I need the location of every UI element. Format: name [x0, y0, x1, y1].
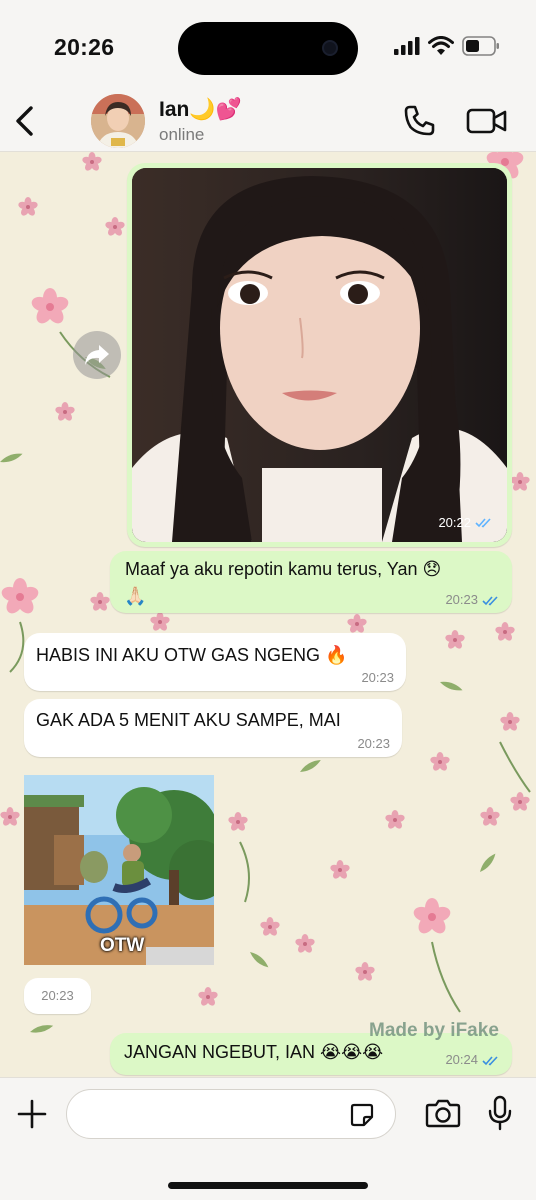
message-time: 20:23 [357, 736, 390, 751]
watermark: Made by iFake [369, 1020, 499, 1041]
message-time: 20:23 [445, 592, 478, 607]
message-text: HABIS INI AKU OTW GAS NGENG 🔥 [36, 645, 348, 665]
plus-icon[interactable] [16, 1098, 48, 1130]
incoming-message[interactable]: GAK ADA 5 MENIT AKU SAMPE, MAI 20:23 [24, 699, 402, 757]
message-meta: 20:23 [445, 593, 500, 607]
photo-portrait [132, 168, 507, 542]
contact-name[interactable]: Ian🌙💕 [159, 98, 242, 122]
home-indicator [168, 1182, 368, 1189]
message-time: 20:24 [445, 1052, 478, 1067]
outgoing-message[interactable]: Maaf ya aku repotin kamu terus, Yan 😞 🙏🏻… [110, 551, 512, 613]
back-chevron-icon[interactable] [12, 102, 38, 140]
message-text: JANGAN NGEBUT, IAN 😭😭😭 [124, 1042, 384, 1062]
read-ticks-icon [482, 1055, 498, 1065]
dynamic-island [178, 22, 358, 75]
message-meta: 20:23 [361, 671, 394, 685]
status-icons [394, 36, 500, 56]
contact-status: online [159, 125, 205, 144]
image-message[interactable]: 20:22 [127, 163, 512, 547]
message-text: GAK ADA 5 MENIT AKU SAMPE, MAI [36, 710, 341, 730]
sticker-time-pill: 20:23 [24, 978, 91, 1014]
message-input[interactable] [66, 1089, 396, 1139]
microphone-icon[interactable] [488, 1095, 512, 1131]
sticker-caption: OTW [100, 935, 145, 956]
read-ticks-icon [482, 595, 498, 605]
incoming-message[interactable]: HABIS INI AKU OTW GAS NGENG 🔥 20:23 [24, 633, 406, 691]
sticker-icon[interactable] [349, 1102, 375, 1128]
selfie-photo[interactable]: 20:22 [132, 168, 507, 542]
cellular-signal-icon [394, 37, 420, 55]
forward-button[interactable] [73, 331, 121, 379]
message-text-line2: 🙏🏻 [124, 586, 147, 606]
message-meta: 20:24 [445, 1053, 500, 1067]
contact-avatar[interactable] [91, 94, 145, 148]
chat-header: Ian🌙💕 online [0, 92, 536, 152]
wifi-icon [428, 36, 454, 55]
phone-icon[interactable] [402, 104, 436, 138]
message-input-bar [0, 1077, 536, 1200]
image-message-meta: 20:22 [438, 515, 493, 530]
message-time: 20:22 [438, 515, 471, 530]
status-bar: 20:26 [0, 0, 536, 92]
read-ticks-icon [475, 518, 491, 528]
camera-icon[interactable] [425, 1097, 461, 1129]
forward-arrow-icon [85, 345, 109, 365]
status-time: 20:26 [54, 34, 115, 60]
battery-icon [462, 36, 499, 56]
message-time: 20:23 [361, 670, 394, 685]
sticker-message[interactable]: OTW [24, 775, 214, 965]
message-meta: 20:23 [357, 737, 390, 751]
video-camera-icon[interactable] [466, 106, 508, 136]
message-text-line1: Maaf ya aku repotin kamu terus, Yan 😞 [125, 559, 442, 579]
